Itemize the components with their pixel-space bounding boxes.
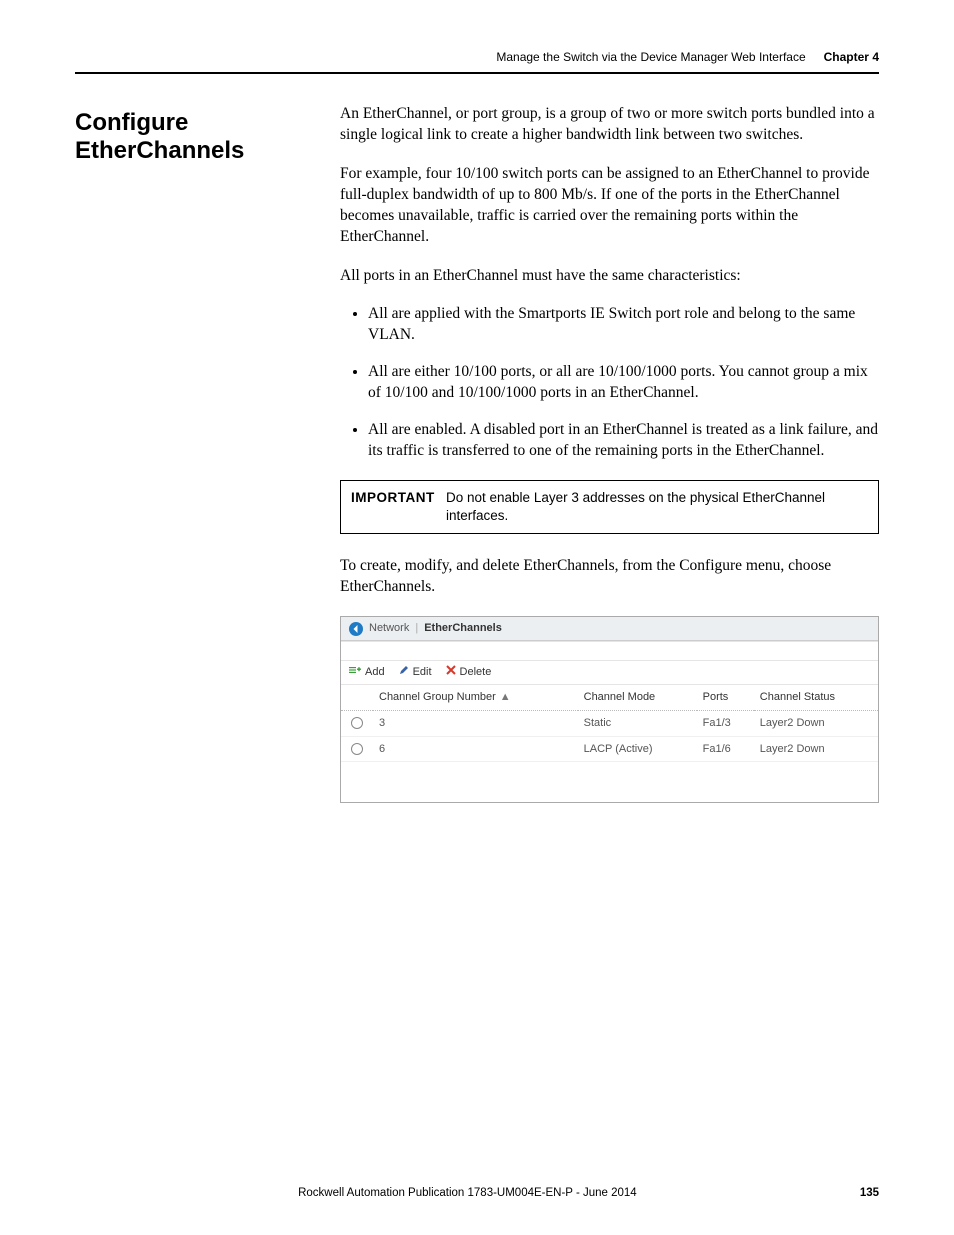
cell-mode: LACP (Active) (578, 736, 697, 762)
cell-ports: Fa1/6 (697, 736, 754, 762)
row-radio[interactable] (351, 717, 363, 729)
breadcrumb-sep: | (415, 621, 418, 636)
edit-button[interactable]: Edit (399, 665, 432, 680)
important-label: IMPORTANT (351, 489, 446, 525)
paragraph-2: For example, four 10/100 switch ports ca… (340, 164, 879, 248)
cell-ports: Fa1/3 (697, 710, 754, 736)
important-text: Do not enable Layer 3 addresses on the p… (446, 489, 868, 525)
bullet-3: All are enabled. A disabled port in an E… (368, 420, 879, 462)
cell-status: Layer2 Down (754, 736, 878, 762)
bullet-1: All are applied with the Smartports IE S… (368, 304, 879, 346)
col-status[interactable]: Channel Status (754, 685, 878, 710)
delete-button[interactable]: Delete (446, 665, 492, 680)
section-title: Configure EtherChannels (75, 104, 340, 165)
breadcrumb-etherchannels: EtherChannels (424, 621, 502, 636)
delete-label: Delete (460, 665, 492, 680)
paragraph-3: All ports in an EtherChannel must have t… (340, 266, 879, 287)
edit-icon (399, 665, 409, 680)
breadcrumb: Network | EtherChannels (341, 617, 878, 641)
cell-mode: Static (578, 710, 697, 736)
add-icon (349, 665, 361, 680)
table-row[interactable]: 3 Static Fa1/3 Layer2 Down (341, 710, 878, 736)
page-footer: Rockwell Automation Publication 1783-UM0… (75, 1187, 879, 1199)
important-callout: IMPORTANT Do not enable Layer 3 addresse… (340, 480, 879, 534)
footer-page-number: 135 (860, 1187, 879, 1199)
sort-asc-icon: ▲ (500, 691, 511, 703)
col-select (341, 685, 373, 710)
add-button[interactable]: Add (349, 665, 385, 680)
back-icon[interactable] (349, 622, 363, 636)
row-radio[interactable] (351, 743, 363, 755)
paragraph-4: To create, modify, and delete EtherChann… (340, 556, 879, 598)
table-row[interactable]: 6 LACP (Active) Fa1/6 Layer2 Down (341, 736, 878, 762)
page-header: Manage the Switch via the Device Manager… (75, 50, 879, 64)
etherchannels-panel: Network | EtherChannels Add (340, 616, 879, 803)
edit-label: Edit (413, 665, 432, 680)
footer-publication: Rockwell Automation Publication 1783-UM0… (75, 1187, 860, 1199)
col-mode[interactable]: Channel Mode (578, 685, 697, 710)
bullet-2: All are either 10/100 ports, or all are … (368, 362, 879, 404)
cell-status: Layer2 Down (754, 710, 878, 736)
breadcrumb-network[interactable]: Network (369, 621, 409, 636)
paragraph-1: An EtherChannel, or port group, is a gro… (340, 104, 879, 146)
header-title: Manage the Switch via the Device Manager… (496, 50, 805, 64)
cell-cgn: 3 (373, 710, 578, 736)
cell-cgn: 6 (373, 736, 578, 762)
header-rule (75, 72, 879, 74)
header-chapter: Chapter 4 (824, 50, 879, 64)
add-label: Add (365, 665, 385, 680)
delete-icon (446, 665, 456, 680)
col-ports[interactable]: Ports (697, 685, 754, 710)
etherchannels-table: Channel Group Number▲ Channel Mode Ports… (341, 685, 878, 763)
col-cgn[interactable]: Channel Group Number▲ (373, 685, 578, 710)
